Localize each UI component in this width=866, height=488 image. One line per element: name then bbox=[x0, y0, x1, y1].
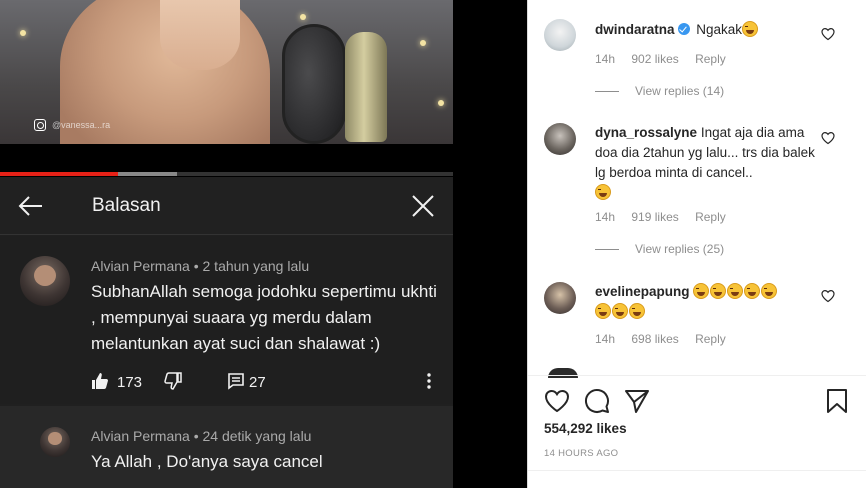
comment-likes[interactable]: 902 likes bbox=[631, 52, 678, 66]
replies-panel: Balasan Alvian Permana • 2 tahun yang la… bbox=[0, 177, 453, 488]
verified-badge-icon bbox=[677, 23, 690, 35]
heart-icon[interactable] bbox=[821, 131, 835, 145]
avatar[interactable] bbox=[20, 256, 70, 306]
thumbs-up-icon[interactable] bbox=[91, 372, 109, 390]
like-count: 173 bbox=[117, 374, 143, 391]
reply-button[interactable]: Reply bbox=[695, 210, 726, 224]
progress-played bbox=[0, 172, 118, 176]
laughing-emoji-icon bbox=[744, 283, 761, 299]
comment-meta: 14h 698 likes Reply bbox=[595, 332, 739, 346]
close-icon[interactable] bbox=[410, 193, 436, 219]
avatar[interactable] bbox=[544, 123, 576, 155]
comment-likes[interactable]: 698 likes bbox=[631, 332, 678, 346]
laughing-emoji-icon bbox=[629, 303, 645, 319]
laughing-emoji-icon bbox=[612, 303, 628, 319]
ig-comment: dwindaratna Ngakak bbox=[595, 20, 820, 40]
instagram-icon bbox=[34, 119, 46, 131]
heart-icon[interactable] bbox=[544, 388, 570, 414]
pop-filter bbox=[282, 24, 346, 144]
video-watermark: @vanessa...ra bbox=[34, 119, 110, 131]
comment-author-meta: Alvian Permana • 2 tahun yang lalu bbox=[91, 258, 310, 274]
comment-time: 14h bbox=[595, 210, 616, 224]
youtube-screenshot: @vanessa...ra Balasan Alvian Permana • 2… bbox=[0, 0, 527, 488]
share-icon[interactable] bbox=[624, 388, 650, 414]
back-arrow-icon[interactable] bbox=[18, 193, 44, 219]
reply-comment: Alvian Permana • 24 detik yang lalu Ya A… bbox=[0, 406, 453, 488]
replies-title: Balasan bbox=[92, 195, 161, 216]
reply-button[interactable]: Reply bbox=[695, 332, 726, 346]
avatar bbox=[548, 368, 578, 378]
comment-username[interactable]: dwindaratna bbox=[595, 22, 675, 37]
video-frame[interactable]: @vanessa...ra bbox=[0, 0, 453, 144]
avatar[interactable] bbox=[40, 427, 70, 457]
view-replies-label[interactable]: View replies (14) bbox=[635, 84, 724, 98]
comment-actions: 173 27 bbox=[91, 372, 441, 392]
video-progress-bar[interactable] bbox=[0, 172, 453, 176]
comment-username[interactable]: evelinepapung bbox=[595, 284, 690, 299]
laughing-emoji-icon bbox=[595, 184, 611, 200]
reply-button[interactable]: Reply bbox=[695, 52, 726, 66]
divider bbox=[528, 470, 866, 471]
ig-comment: evelinepapung bbox=[595, 282, 820, 322]
laughing-emoji-icon bbox=[710, 283, 727, 299]
bookmark-icon[interactable] bbox=[824, 388, 850, 414]
comment-icon[interactable] bbox=[584, 388, 610, 414]
bokeh-light bbox=[420, 40, 426, 46]
comment-meta: 14h 902 likes Reply bbox=[595, 52, 739, 66]
divider bbox=[595, 249, 619, 251]
reply-comment-icon[interactable] bbox=[227, 372, 245, 390]
avatar[interactable] bbox=[544, 282, 576, 314]
microphone bbox=[345, 32, 387, 142]
view-replies[interactable]: View replies (14) bbox=[595, 84, 724, 98]
laughing-emoji-icon bbox=[761, 283, 778, 299]
laughing-emoji-icon bbox=[693, 283, 710, 299]
thumbs-down-icon[interactable] bbox=[164, 372, 182, 390]
instagram-comments-panel: dwindaratna Ngakak 14h 902 likes Reply V… bbox=[527, 0, 866, 488]
view-replies-label[interactable]: View replies (25) bbox=[635, 242, 724, 256]
bokeh-light bbox=[20, 30, 26, 36]
laughing-emoji-icon bbox=[727, 283, 744, 299]
reply-author-meta: Alvian Permana • 24 detik yang lalu bbox=[91, 428, 312, 444]
laughing-emoji-icon bbox=[742, 21, 759, 37]
video-face bbox=[160, 0, 240, 70]
comment-text: Ngakak bbox=[696, 22, 743, 37]
heart-icon[interactable] bbox=[821, 289, 835, 303]
more-vert-icon[interactable] bbox=[426, 372, 432, 390]
comment-time: 14h bbox=[595, 52, 616, 66]
likes-total[interactable]: 554,292 likes bbox=[544, 421, 627, 436]
laughing-emoji-icon bbox=[595, 303, 611, 319]
comment-text: SubhanAllah semoga jodohku sepertimu ukh… bbox=[91, 282, 437, 353]
post-actions bbox=[544, 388, 851, 416]
view-replies[interactable]: View replies (25) bbox=[595, 242, 724, 256]
comment-meta: 14h 919 likes Reply bbox=[595, 210, 739, 224]
reply-text: Ya Allah , Do'anya saya cancel bbox=[91, 452, 323, 471]
heart-icon[interactable] bbox=[821, 27, 835, 41]
comment-likes[interactable]: 919 likes bbox=[631, 210, 678, 224]
comment-time: 14h bbox=[595, 332, 616, 346]
divider bbox=[528, 375, 866, 376]
replies-header: Balasan bbox=[0, 177, 453, 235]
bokeh-light bbox=[300, 14, 306, 20]
progress-buffered bbox=[117, 172, 177, 176]
reply-count: 27 bbox=[249, 374, 266, 391]
main-comment: Alvian Permana • 2 tahun yang lalu Subha… bbox=[0, 236, 453, 404]
divider bbox=[595, 91, 619, 93]
ig-comment: dyna_rossalyne Ingat aja dia ama doa dia… bbox=[595, 123, 820, 203]
avatar[interactable] bbox=[544, 19, 576, 51]
watermark-text: @vanessa...ra bbox=[52, 120, 111, 130]
bokeh-light bbox=[438, 100, 444, 106]
comment-username[interactable]: dyna_rossalyne bbox=[595, 125, 697, 140]
post-time[interactable]: 14 HOURS AGO bbox=[544, 448, 618, 459]
